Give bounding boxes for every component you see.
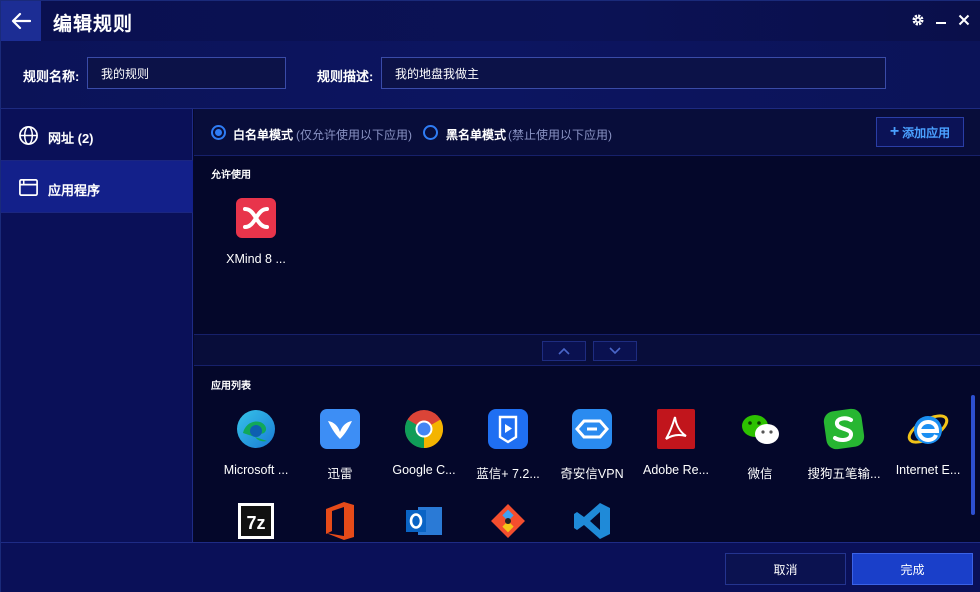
app-name: 迅雷 (327, 467, 353, 481)
app-tile[interactable]: Google C... (381, 407, 465, 493)
app-tile[interactable] (381, 499, 465, 542)
app-name: Google C... (392, 463, 456, 477)
chrome-icon (404, 410, 444, 449)
chevron-up-icon (558, 347, 570, 355)
ie-icon (907, 414, 949, 444)
sidebar-item-apps[interactable]: 应用程序 (1, 161, 193, 213)
close-icon (958, 14, 970, 26)
app-name: 搜狗五笔输... (807, 467, 881, 481)
move-up-button[interactable] (542, 341, 586, 361)
vscode-icon (574, 503, 610, 539)
allowed-section-title: 允许使用 (211, 170, 251, 181)
git-icon (491, 504, 525, 538)
svg-text:7z: 7z (246, 513, 265, 533)
app-name: Internet E... (895, 463, 961, 477)
app-tile[interactable]: Internet E... (885, 407, 969, 493)
outlook-icon (406, 507, 442, 535)
blacklist-label[interactable]: 黑名单模式 (446, 126, 506, 143)
app-tile[interactable]: 搜狗五笔输... (801, 407, 885, 493)
app-tile[interactable]: 迅雷 (297, 407, 381, 493)
globe-icon (19, 126, 38, 145)
office-icon (326, 502, 354, 540)
window-icon (19, 179, 38, 196)
app-tile[interactable]: Adobe Re... (633, 407, 717, 493)
back-button[interactable] (1, 1, 41, 41)
app-tile[interactable]: 微信 (717, 407, 801, 493)
app-tile[interactable]: 7z (213, 499, 297, 542)
rule-name-input[interactable] (87, 57, 286, 89)
add-app-label: 添加应用 (902, 125, 951, 140)
app-tile[interactable] (297, 499, 381, 542)
sidebar-item-label: 网址 (2) (48, 131, 94, 146)
sidebar-item-label: 应用程序 (48, 183, 101, 198)
scrollbar-thumb[interactable] (971, 395, 975, 515)
xmind-icon (236, 198, 276, 238)
rule-header: 规则名称: 规则描述: (1, 41, 980, 109)
add-app-button[interactable]: + 添加应用 (876, 117, 964, 147)
app-name: Adobe Re... (642, 463, 709, 477)
sidebar-item-urls[interactable]: 网址 (2) (1, 109, 193, 161)
rule-desc-input[interactable] (381, 57, 886, 89)
move-bar (194, 334, 980, 366)
footer: 取消 完成 (1, 542, 980, 592)
edit-rule-window: 编辑规则 规则名称: 规则描述: (0, 0, 980, 592)
app-name: 蓝信+ 7.2... (476, 467, 540, 481)
app-tile[interactable]: 奇安信VPN (549, 407, 633, 493)
cancel-button[interactable]: 取消 (725, 553, 846, 585)
mode-bar: 白名单模式 (仅允许使用以下应用) 黑名单模式 (禁止使用以下应用) + 添加应… (194, 109, 980, 156)
allowed-app-tile[interactable]: XMind 8 ... (213, 196, 297, 282)
edge-icon (237, 410, 275, 448)
sogou-icon (823, 408, 865, 450)
arrow-left-icon (11, 12, 31, 30)
app-name: XMind 8 ... (226, 252, 286, 266)
whitelist-radio[interactable] (211, 125, 226, 140)
plus-icon: + (889, 123, 900, 140)
whitelist-description: (仅允许使用以下应用) (296, 128, 412, 142)
title-bar: 编辑规则 (1, 1, 980, 41)
app-list-section-title: 应用列表 (211, 381, 251, 392)
app-name: 奇安信VPN (560, 467, 624, 481)
window-title: 编辑规则 (53, 14, 134, 35)
rule-name-label: 规则名称: (23, 69, 80, 84)
app-tile[interactable] (465, 499, 549, 542)
adobe-reader-icon (657, 409, 695, 449)
app-list-scrollbar[interactable] (971, 389, 976, 539)
app-tile[interactable]: Microsoft ... (213, 407, 297, 493)
settings-button[interactable] (909, 11, 927, 29)
app-name: Microsoft ... (223, 463, 289, 477)
7zip-icon: 7z (238, 503, 274, 539)
blacklist-radio[interactable] (423, 125, 438, 140)
sidebar: 网址 (2) 应用程序 (1, 109, 193, 542)
done-button[interactable]: 完成 (852, 553, 973, 585)
main-panel: 白名单模式 (仅允许使用以下应用) 黑名单模式 (禁止使用以下应用) + 添加应… (194, 109, 980, 542)
qianxin-vpn-icon (572, 409, 612, 449)
whitelist-label[interactable]: 白名单模式 (233, 126, 293, 143)
wechat-icon (742, 415, 779, 444)
minimize-icon (936, 22, 946, 24)
app-tile[interactable] (549, 499, 633, 542)
xunlei-icon (320, 409, 360, 449)
app-name: 微信 (747, 467, 773, 481)
gear-icon (912, 14, 924, 26)
move-down-button[interactable] (593, 341, 637, 361)
rule-desc-label: 规则描述: (317, 69, 374, 84)
chevron-down-icon (609, 347, 621, 355)
minimize-button[interactable] (932, 11, 950, 29)
lanxin-icon (488, 409, 528, 449)
close-button[interactable] (955, 11, 973, 29)
app-tile[interactable]: 蓝信+ 7.2... (465, 407, 549, 493)
blacklist-description: (禁止使用以下应用) (508, 128, 612, 142)
